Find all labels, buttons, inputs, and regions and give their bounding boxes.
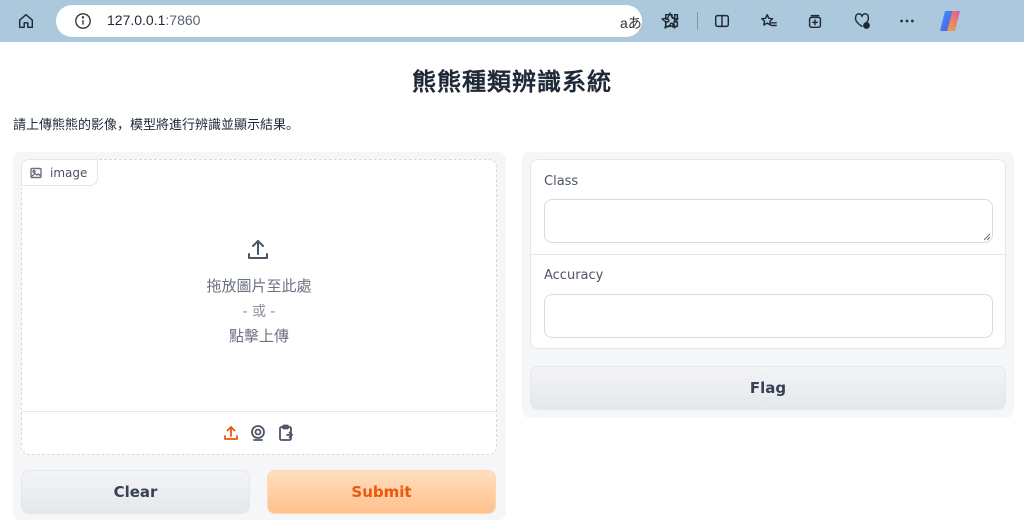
url-text[interactable]: 127.0.0.1:7860 bbox=[107, 12, 200, 28]
extensions-icon[interactable] bbox=[658, 7, 686, 35]
submit-button[interactable]: Submit bbox=[267, 470, 496, 514]
page-title: 熊熊種類辨識系統 bbox=[412, 68, 612, 96]
address-bar[interactable]: 127.0.0.1:7860 aあ bbox=[56, 5, 679, 37]
favorites-icon[interactable] bbox=[755, 7, 783, 35]
browser-toolbar: 127.0.0.1:7860 aあ bbox=[0, 0, 1024, 42]
accuracy-label: Accuracy bbox=[544, 268, 604, 283]
browser-essentials-icon[interactable] bbox=[848, 7, 876, 35]
form-divider bbox=[531, 254, 1005, 255]
or-text: - 或 - bbox=[242, 304, 276, 320]
clipboard-icon[interactable] bbox=[277, 424, 295, 442]
copilot-icon[interactable] bbox=[937, 8, 963, 34]
collections-icon[interactable] bbox=[801, 7, 829, 35]
accuracy-output-field[interactable] bbox=[544, 294, 993, 338]
home-icon[interactable] bbox=[12, 7, 40, 35]
split-screen-icon[interactable] bbox=[708, 7, 736, 35]
more-options-icon[interactable] bbox=[893, 7, 921, 35]
page-description: 請上傳熊熊的影像，模型將進行辨識並顯示結果。 bbox=[13, 118, 300, 133]
webcam-icon[interactable] bbox=[249, 424, 267, 442]
drop-text: 拖放圖片至此處 bbox=[206, 277, 312, 295]
click-upload-text[interactable]: 點擊上傳 bbox=[21, 325, 497, 346]
upload-arrow-icon bbox=[245, 237, 271, 263]
image-icon bbox=[30, 167, 42, 178]
class-label: Class bbox=[544, 174, 579, 189]
resize-handle-icon[interactable] bbox=[983, 233, 991, 241]
upload-icon[interactable] bbox=[222, 424, 240, 442]
clear-button[interactable]: Clear bbox=[21, 470, 250, 514]
read-aloud-icon[interactable]: aあ bbox=[620, 13, 642, 33]
flag-button[interactable]: Flag bbox=[530, 366, 1006, 410]
toolbar-separator bbox=[697, 12, 698, 30]
info-icon[interactable] bbox=[74, 12, 92, 30]
image-input-label: image bbox=[21, 159, 99, 186]
image-source-bar bbox=[22, 411, 496, 454]
class-output-field[interactable] bbox=[544, 199, 993, 243]
